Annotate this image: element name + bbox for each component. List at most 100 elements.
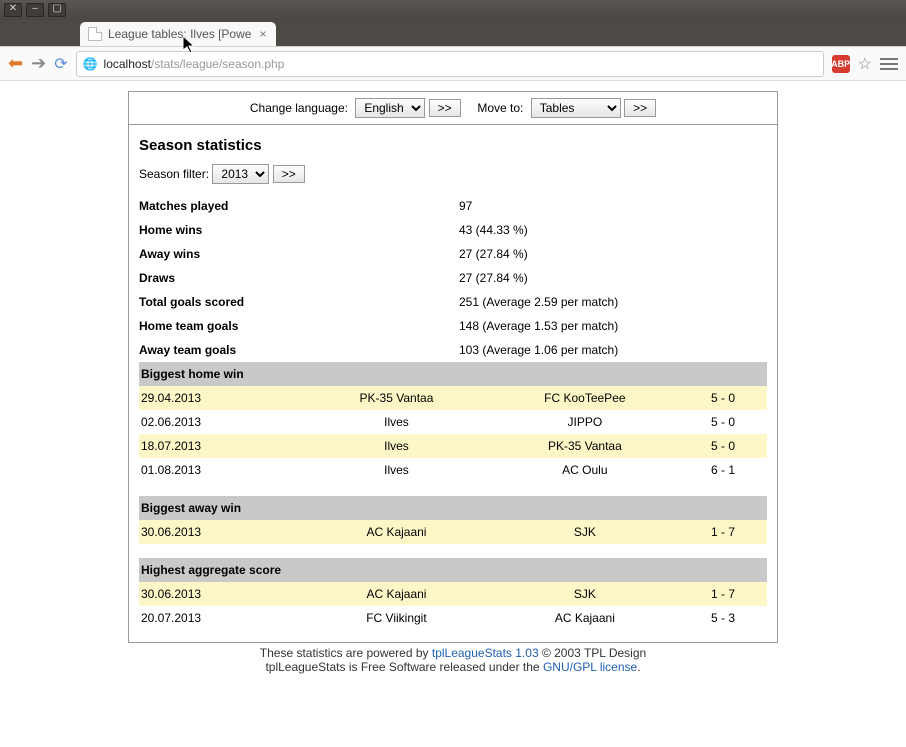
move-to-select[interactable]: Tables: [531, 98, 621, 118]
biggest-home-win-table: Biggest home win 29.04.2013PK-35 VantaaF…: [139, 362, 767, 482]
summary-row: Home team goals148 (Average 1.53 per mat…: [139, 314, 767, 338]
match-away-team: AC Oulu: [491, 458, 679, 482]
bookmark-star-icon[interactable]: ☆: [858, 54, 872, 74]
match-row[interactable]: 29.04.2013PK-35 VantaaFC KooTeePee5 - 0: [139, 386, 767, 410]
os-titlebar: ✕ – ▢: [0, 0, 906, 20]
content-frame: Change language: English >> Move to: Tab…: [128, 91, 778, 643]
tab-title: League tables: Ilves [Powe: [108, 27, 251, 41]
summary-row: Draws27 (27.84 %): [139, 266, 767, 290]
match-date: 20.07.2013: [139, 606, 302, 630]
language-select[interactable]: English: [355, 98, 425, 118]
summary-value: 148 (Average 1.53 per match): [459, 314, 767, 338]
match-away-team: SJK: [491, 582, 679, 606]
nav-back-icon[interactable]: ⬅: [8, 53, 23, 74]
match-home-team: FC Viikingit: [302, 606, 490, 630]
summary-label: Home team goals: [139, 314, 459, 338]
summary-value: 251 (Average 2.59 per match): [459, 290, 767, 314]
url-host: localhost: [104, 57, 151, 71]
browser-menu-icon[interactable]: [880, 58, 898, 70]
match-score: 5 - 0: [679, 410, 767, 434]
summary-value: 27 (27.84 %): [459, 242, 767, 266]
change-language-label: Change language:: [250, 101, 348, 115]
url-path: /stats/league/season.php: [151, 57, 284, 71]
match-date: 01.08.2013: [139, 458, 302, 482]
move-to-go-button[interactable]: >>: [624, 99, 656, 117]
reload-icon[interactable]: ⟳: [54, 54, 67, 74]
summary-row: Home wins43 (44.33 %): [139, 218, 767, 242]
section-header: Highest aggregate score: [139, 558, 767, 582]
summary-value: 43 (44.33 %): [459, 218, 767, 242]
page-viewport: Change language: English >> Move to: Tab…: [0, 81, 906, 747]
section-header: Biggest home win: [139, 362, 767, 386]
match-home-team: Ilves: [302, 434, 490, 458]
match-date: 29.04.2013: [139, 386, 302, 410]
match-score: 5 - 0: [679, 434, 767, 458]
match-home-team: AC Kajaani: [302, 520, 490, 544]
match-score: 1 - 7: [679, 520, 767, 544]
match-row[interactable]: 30.06.2013AC KajaaniSJK1 - 7: [139, 520, 767, 544]
match-date: 18.07.2013: [139, 434, 302, 458]
season-filter-row: Season filter: 2013 >>: [139, 164, 767, 184]
summary-label: Matches played: [139, 194, 459, 218]
footer-app-link[interactable]: tplLeagueStats 1.03: [432, 646, 539, 660]
match-home-team: AC Kajaani: [302, 582, 490, 606]
match-home-team: PK-35 Vantaa: [302, 386, 490, 410]
match-home-team: Ilves: [302, 410, 490, 434]
adblock-icon[interactable]: ABP: [832, 55, 850, 73]
footer-text: .: [637, 660, 640, 674]
tab-close-icon[interactable]: ×: [257, 27, 268, 41]
match-row[interactable]: 30.06.2013AC KajaaniSJK1 - 7: [139, 582, 767, 606]
summary-row: Total goals scored251 (Average 2.59 per …: [139, 290, 767, 314]
summary-value: 97: [459, 194, 767, 218]
language-go-button[interactable]: >>: [429, 99, 461, 117]
season-filter-select[interactable]: 2013: [212, 164, 269, 184]
match-score: 5 - 3: [679, 606, 767, 630]
match-away-team: SJK: [491, 520, 679, 544]
match-row[interactable]: 18.07.2013IlvesPK-35 Vantaa5 - 0: [139, 434, 767, 458]
match-score: 6 - 1: [679, 458, 767, 482]
match-date: 30.06.2013: [139, 582, 302, 606]
match-score: 5 - 0: [679, 386, 767, 410]
nav-forward-icon[interactable]: ➔: [31, 53, 46, 74]
summary-label: Home wins: [139, 218, 459, 242]
browser-tabstrip: League tables: Ilves [Powe ×: [0, 20, 906, 46]
match-row[interactable]: 02.06.2013IlvesJIPPO5 - 0: [139, 410, 767, 434]
page-title: Season statistics: [139, 137, 767, 154]
summary-label: Total goals scored: [139, 290, 459, 314]
match-away-team: FC KooTeePee: [491, 386, 679, 410]
window-close-button[interactable]: ✕: [4, 3, 22, 17]
match-away-team: PK-35 Vantaa: [491, 434, 679, 458]
url-text: localhost/stats/league/season.php: [104, 57, 285, 71]
top-controls: Change language: English >> Move to: Tab…: [129, 92, 777, 125]
footer-text: © 2003 TPL Design: [539, 646, 647, 660]
match-date: 02.06.2013: [139, 410, 302, 434]
window-maximize-button[interactable]: ▢: [48, 3, 66, 17]
match-away-team: JIPPO: [491, 410, 679, 434]
browser-tab[interactable]: League tables: Ilves [Powe ×: [80, 22, 276, 46]
summary-label: Draws: [139, 266, 459, 290]
season-filter-go-button[interactable]: >>: [273, 165, 305, 183]
move-to-label: Move to:: [477, 101, 523, 115]
section-header: Biggest away win: [139, 496, 767, 520]
match-row[interactable]: 20.07.2013FC ViikingitAC Kajaani5 - 3: [139, 606, 767, 630]
summary-label: Away team goals: [139, 338, 459, 362]
site-icon: 🌐: [83, 57, 98, 71]
summary-row: Away wins27 (27.84 %): [139, 242, 767, 266]
summary-value: 103 (Average 1.06 per match): [459, 338, 767, 362]
summary-table: Matches played97Home wins43 (44.33 %)Awa…: [139, 194, 767, 362]
omnibox[interactable]: 🌐 localhost/stats/league/season.php: [76, 51, 824, 77]
summary-row: Matches played97: [139, 194, 767, 218]
match-away-team: AC Kajaani: [491, 606, 679, 630]
app-window: ✕ – ▢ League tables: Ilves [Powe × ⬅ ➔ ⟳…: [0, 0, 906, 747]
match-score: 1 - 7: [679, 582, 767, 606]
footer-text: These statistics are powered by: [260, 646, 432, 660]
season-filter-label: Season filter:: [139, 167, 209, 181]
footer-text: tplLeagueStats is Free Software released…: [265, 660, 543, 674]
summary-row: Away team goals103 (Average 1.06 per mat…: [139, 338, 767, 362]
match-home-team: Ilves: [302, 458, 490, 482]
highest-aggregate-table: Highest aggregate score 30.06.2013AC Kaj…: [139, 558, 767, 630]
footer-license-link[interactable]: GNU/GPL license: [543, 660, 637, 674]
footer: These statistics are powered by tplLeagu…: [0, 643, 906, 677]
match-row[interactable]: 01.08.2013IlvesAC Oulu6 - 1: [139, 458, 767, 482]
window-minimize-button[interactable]: –: [26, 3, 44, 17]
